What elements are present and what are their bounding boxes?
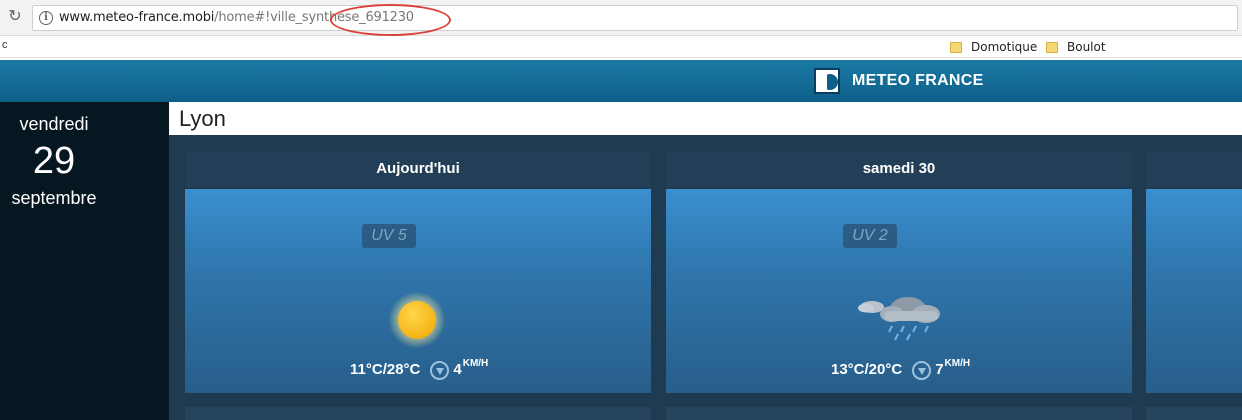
temperature-wind-row: 11°C/28°C 4 KM/H: [350, 358, 489, 380]
next-row-card: [185, 407, 651, 420]
forecast-card-today[interactable]: Aujourd'hui UV 5 11°C/28°C 4 KM/H: [185, 151, 651, 393]
weekday-label: vendredi: [19, 114, 89, 134]
sun-icon: [389, 292, 445, 348]
city-name: Lyon: [179, 106, 226, 131]
wind-unit: KM/H: [944, 358, 971, 369]
forecast-day-title: Aujourd'hui: [185, 151, 651, 187]
date-panel: vendredi 29 septembre: [0, 102, 169, 420]
bookmark-label: Domotique: [971, 40, 1038, 54]
forecast-card-saturday[interactable]: samedi 30 UV 2 13°C/20°C 7 KM/H: [666, 151, 1132, 393]
uv-index-badge: UV 5: [362, 224, 416, 248]
bookmark-domotique[interactable]: Domotique: [950, 38, 1037, 56]
next-row-card: [666, 407, 1132, 420]
bookmark-label: Boulot: [1067, 40, 1106, 54]
folder-icon: [950, 41, 962, 53]
browser-toolbar: ↻ i www.meteo-france.mobi/home#!ville_sy…: [0, 0, 1242, 36]
forecast-card-header: [1146, 151, 1242, 187]
city-bar: Lyon: [169, 102, 1242, 135]
wind-speed: 4: [453, 361, 462, 378]
meteo-france-logo[interactable]: METEO FRANCE: [814, 68, 984, 94]
rain-cloud-icon: [858, 297, 940, 341]
temperature-range: 13°C/20°C: [831, 361, 903, 378]
bookmarks-edge-text: c: [2, 39, 8, 51]
folder-icon: [1046, 41, 1058, 53]
red-highlight-circle: [330, 4, 451, 36]
next-row-card: [1146, 407, 1242, 420]
url-domain: www.meteo-france.mobi: [59, 10, 215, 25]
forecast-body: UV 5 11°C/28°C 4 KM/H: [185, 189, 651, 393]
forecast-area: Aujourd'hui UV 5 11°C/28°C 4 KM/H samedi…: [169, 135, 1242, 420]
uv-index-badge: UV 2: [843, 224, 897, 248]
wind-speed: 7: [935, 361, 944, 378]
day-number: 29: [32, 140, 76, 182]
brand-name: METEO FRANCE: [852, 72, 984, 89]
forecast-body: UV 2 13°C/20°C 7 KM/H: [666, 189, 1132, 393]
temperature-wind-row: 13°C/20°C 7 KM/H: [831, 358, 971, 380]
bookmarks-bar: c Domotique Boulot: [0, 36, 1242, 58]
info-icon[interactable]: i: [39, 11, 53, 25]
month-label: septembre: [11, 188, 97, 208]
temperature-range: 11°C/28°C: [350, 361, 421, 378]
site-header: METEO FRANCE: [0, 60, 1242, 102]
address-bar[interactable]: i www.meteo-france.mobi/home#!ville_synt…: [32, 4, 1238, 36]
forecast-body: [1146, 189, 1242, 393]
wind-direction-icon: [430, 361, 450, 380]
logo-icon: [814, 68, 840, 94]
bookmark-boulot[interactable]: Boulot: [1046, 38, 1106, 56]
forecast-day-title: samedi 30: [666, 151, 1132, 187]
wind-direction-icon: [912, 361, 932, 380]
wind-unit: KM/H: [462, 358, 489, 369]
forecast-card-partial[interactable]: [1146, 151, 1242, 393]
reload-icon[interactable]: ↻: [6, 8, 24, 26]
